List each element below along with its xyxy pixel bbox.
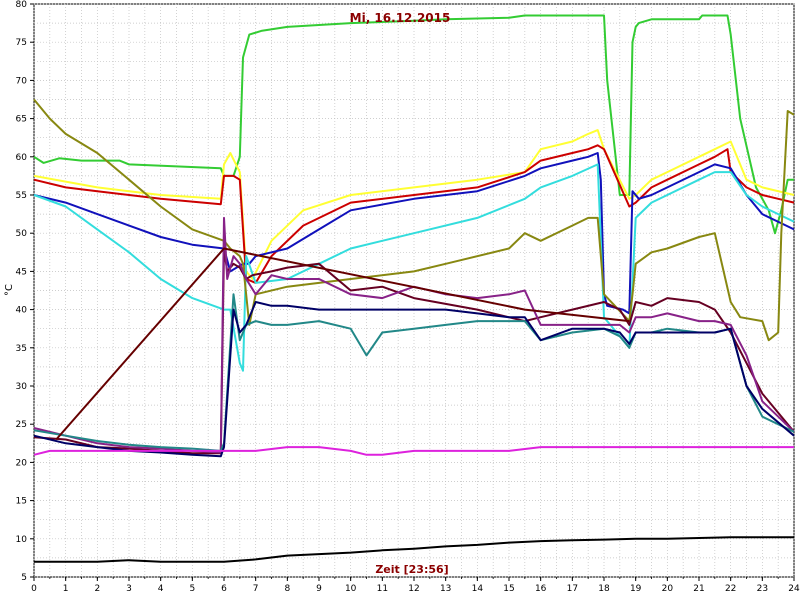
y-tick-label: 60 — [16, 153, 28, 163]
y-tick-label: 50 — [16, 229, 28, 239]
x-tick-label: 16 — [535, 584, 547, 594]
x-tick-label: 22 — [725, 584, 736, 594]
y-tick-label: 10 — [16, 535, 28, 545]
y-tick-label: 45 — [16, 267, 27, 277]
y-tick-label: 15 — [16, 497, 27, 507]
x-tick-label: 6 — [221, 584, 227, 594]
chart-canvas: 0 1 2 3 4 5 6 7 8 9 10 11 12 13 14 15 16 17 18 19 20 21 22 23 24… — [4, 0, 800, 594]
y-tick-label: 20 — [16, 458, 28, 468]
chart-title: Mi, 16.12.2015 — [350, 11, 451, 25]
x-tick-label: 5 — [189, 584, 195, 594]
x-tick-label: 19 — [630, 584, 642, 594]
x-axis-label: Zeit [23:56] — [375, 563, 448, 576]
x-tick-label: 10 — [345, 584, 357, 594]
x-tick-label: 21 — [693, 584, 704, 594]
y-tick-label: 35 — [16, 344, 27, 354]
x-tick-label: 18 — [598, 584, 610, 594]
x-tick-label: 14 — [472, 584, 484, 594]
y-tick-label: 25 — [16, 420, 27, 430]
y-tick-label: 30 — [16, 382, 28, 392]
x-tick-label: 12 — [408, 584, 419, 594]
x-tick-label: 24 — [788, 584, 800, 594]
x-tick-label: 2 — [94, 584, 100, 594]
x-tick-label: 3 — [126, 584, 132, 594]
x-tick-label: 13 — [440, 584, 451, 594]
x-tick-label: 8 — [284, 584, 290, 594]
y-tick-label: 40 — [16, 306, 28, 316]
y-tick-label: 5 — [21, 573, 27, 583]
y-tick-label: 55 — [16, 191, 27, 201]
x-tick-label: 9 — [316, 584, 322, 594]
x-tick-label: 17 — [567, 584, 578, 594]
x-tick-label: 7 — [253, 584, 259, 594]
x-tick-label: 11 — [377, 584, 388, 594]
y-tick-label: 70 — [16, 76, 28, 86]
y-tick-label: 65 — [16, 115, 27, 125]
y-tick-label: 75 — [16, 38, 27, 48]
temperature-chart: 0 1 2 3 4 5 6 7 8 9 10 11 12 13 14 15 16 17 18 19 20 21 22 23 24… — [0, 0, 800, 600]
x-tick-label: 1 — [63, 584, 69, 594]
y-axis-label: °C — [4, 284, 15, 296]
x-tick-label: 23 — [757, 584, 768, 594]
x-tick-label: 15 — [503, 584, 514, 594]
x-tick-label: 20 — [662, 584, 674, 594]
y-tick-label: 80 — [16, 0, 28, 10]
x-tick-label: 0 — [31, 584, 37, 594]
x-tick-label: 4 — [158, 584, 164, 594]
